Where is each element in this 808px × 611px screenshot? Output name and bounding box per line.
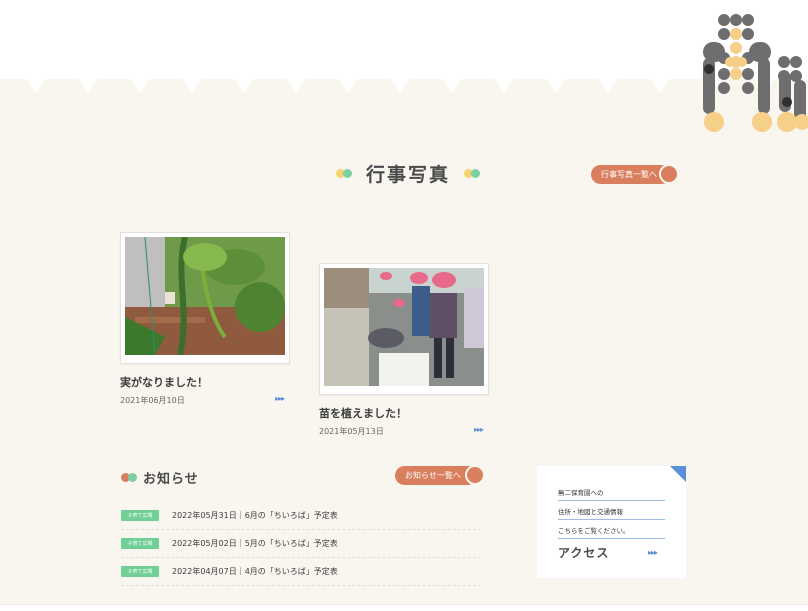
arrow-right-icon[interactable]: ▸▸▸: [474, 425, 484, 434]
event-card[interactable]: 実がなりました！ 2021年06月10日 ▸▸▸: [120, 232, 290, 405]
events-list-button-label: 行事写真一覧へ: [601, 170, 657, 179]
news-list-button-label: お知らせ一覧へ: [405, 471, 461, 480]
news-list: 子育て広場 2022年05月31日｜6月の「ちいろば」予定表 子育て広場 202…: [121, 502, 481, 586]
event-date: 2021年06月10日: [120, 396, 185, 405]
list-item[interactable]: 子育て広場 2022年05月02日｜5月の「ちいろば」予定表: [121, 530, 481, 558]
event-title[interactable]: 実がなりました！: [120, 374, 290, 390]
access-line: 無二保育園への: [558, 487, 665, 501]
arrow-right-icon[interactable]: ▸▸▸: [648, 548, 658, 557]
category-tag: 子育て広場: [121, 510, 159, 521]
bottom-edge: [0, 604, 808, 611]
access-label[interactable]: アクセス: [558, 544, 609, 561]
category-tag: 子育て広場: [121, 566, 159, 577]
button-circle-icon: [465, 465, 485, 485]
access-line: 住所・地図と交通情報: [558, 506, 665, 520]
events-heading: 行事写真: [336, 158, 481, 188]
children-planting-photo: [324, 268, 484, 386]
button-circle-icon: [659, 164, 679, 184]
news-list-button[interactable]: お知らせ一覧へ: [395, 465, 485, 485]
corner-fold-icon: [670, 466, 686, 482]
news-title: お知らせ: [143, 472, 199, 487]
list-item[interactable]: 子育て広場 2022年04月07日｜4月の「ちいろば」予定表: [121, 558, 481, 586]
plant-vine-photo: [125, 236, 285, 356]
heading-dots-icon: [336, 168, 352, 178]
news-item-text[interactable]: 2022年05月02日｜5月の「ちいろば」予定表: [172, 538, 338, 549]
event-card[interactable]: 苗を植えました！ 2021年05月13日 ▸▸▸: [319, 263, 489, 436]
news-item-text[interactable]: 2022年04月07日｜4月の「ちいろば」予定表: [172, 566, 338, 577]
event-date: 2021年05月13日: [319, 427, 384, 436]
event-title[interactable]: 苗を植えました！: [319, 405, 489, 421]
access-line: こちらをご覧ください。: [558, 525, 665, 539]
heading-dots-icon: [464, 168, 481, 178]
access-card[interactable]: 無二保育園への 住所・地図と交通情報 こちらをご覧ください。 アクセス ▸▸▸: [537, 466, 686, 578]
category-tag: 子育て広場: [121, 538, 159, 549]
events-title: 行事写真: [366, 163, 451, 186]
building-decoration: [703, 14, 808, 132]
arrow-right-icon[interactable]: ▸▸▸: [275, 394, 285, 403]
heading-dots-icon: [121, 473, 137, 482]
event-photo-frame[interactable]: [120, 232, 290, 364]
list-item[interactable]: 子育て広場 2022年05月31日｜6月の「ちいろば」予定表: [121, 502, 481, 530]
news-heading: お知らせ: [121, 468, 199, 487]
event-photo-frame[interactable]: [319, 263, 489, 395]
events-list-button[interactable]: 行事写真一覧へ: [591, 164, 679, 184]
news-item-text[interactable]: 2022年05月31日｜6月の「ちいろば」予定表: [172, 510, 338, 521]
